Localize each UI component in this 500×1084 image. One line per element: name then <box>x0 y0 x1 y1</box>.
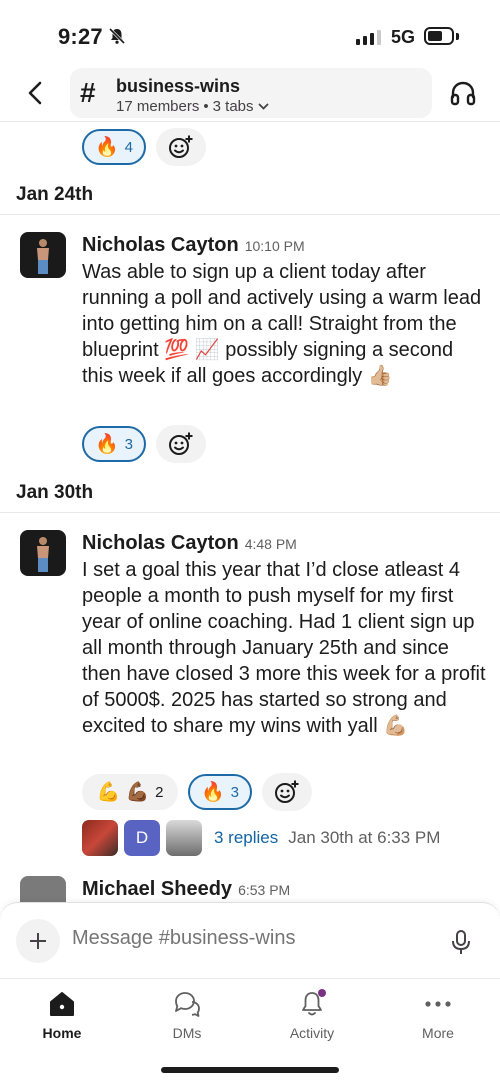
back-arrow-icon[interactable] <box>22 78 50 108</box>
add-emoji-icon <box>169 432 193 455</box>
message-text: I set a goal this year that I’d close at… <box>82 559 486 737</box>
add-reaction-button[interactable] <box>262 773 312 811</box>
dm-bubbles-icon <box>175 992 200 1017</box>
message-time: 4:48 PM <box>244 536 297 552</box>
channel-info-button[interactable]: # business-wins 17 members • 3 tabs <box>70 68 432 118</box>
hash-icon: # <box>80 77 96 108</box>
reaction-row: 💪 💪🏾 2 🔥 3 <box>82 773 312 811</box>
channel-header: # business-wins 17 members • 3 tabs <box>0 66 500 122</box>
status-bar: 9:27 5G <box>0 0 500 62</box>
meta-separator: • <box>203 98 209 115</box>
home-icon <box>50 992 74 1016</box>
reaction-count: 3 <box>230 783 240 801</box>
reaction-count: 3 <box>124 435 134 453</box>
cellular-signal-icon <box>356 29 381 45</box>
thread-replies-link[interactable]: 3 replies <box>214 828 278 848</box>
attach-plus-button[interactable] <box>16 919 60 963</box>
more-dots-icon <box>425 1001 451 1007</box>
reaction-emoji: 🔥 <box>95 434 119 455</box>
tab-label: Activity <box>289 1025 335 1041</box>
tab-home[interactable]: Home <box>12 989 112 1053</box>
message-author[interactable]: Michael Sheedy 6:53 PM <box>82 878 290 901</box>
status-time: 9:27 <box>58 24 103 49</box>
thread-avatar <box>82 820 118 856</box>
author-name: Michael Sheedy <box>82 878 233 900</box>
tab-activity[interactable]: Activity <box>262 989 362 1053</box>
add-reaction-button[interactable] <box>156 128 206 166</box>
message-author[interactable]: Nicholas Cayton 4:48 PM <box>82 532 297 555</box>
tab-count: 3 tabs <box>212 98 254 115</box>
headphones-icon[interactable] <box>448 78 478 108</box>
message-time: 6:53 PM <box>238 882 291 898</box>
top-reaction-row: 🔥 4 <box>82 128 206 166</box>
thread-avatar <box>166 820 202 856</box>
fire-reaction[interactable]: 🔥 4 <box>82 129 146 165</box>
avatar-figure <box>37 537 49 572</box>
day-divider <box>0 214 500 215</box>
day-label: Jan 24th <box>16 184 94 205</box>
fire-emoji: 🔥 <box>95 137 119 158</box>
tab-label: DMs <box>172 1025 202 1041</box>
add-emoji-icon <box>275 780 299 803</box>
tab-label: Home <box>42 1025 82 1041</box>
author-name: Nicholas Cayton <box>82 532 239 554</box>
muscle-reaction[interactable]: 💪 💪🏾 2 <box>82 774 178 810</box>
message-composer <box>0 902 500 978</box>
member-count: 17 members <box>116 98 200 115</box>
bell-slash-icon <box>108 27 126 45</box>
channel-meta: 17 members • 3 tabs <box>116 98 269 115</box>
tab-dms[interactable]: DMs <box>137 989 237 1053</box>
tab-more[interactable]: More <box>388 989 488 1053</box>
message-input[interactable] <box>72 927 432 950</box>
battery-tip <box>456 33 459 40</box>
message-text: Was able to sign up a client today after… <box>82 261 482 387</box>
thread-summary[interactable]: D 3 replies Jan 30th at 6:33 PM <box>82 820 440 856</box>
author-name: Nicholas Cayton <box>82 234 239 256</box>
fire-reaction[interactable]: 🔥 3 <box>188 774 252 810</box>
add-reaction-button[interactable] <box>156 425 206 463</box>
fire-reaction[interactable]: 🔥 3 <box>82 426 146 462</box>
reaction-count: 4 <box>124 138 134 156</box>
reaction-emoji: 🔥 <box>201 782 225 803</box>
day-divider <box>0 512 500 513</box>
home-indicator <box>161 1067 339 1073</box>
network-type: 5G <box>391 27 416 47</box>
tab-label: More <box>422 1025 454 1041</box>
message-time: 10:10 PM <box>244 238 305 254</box>
activity-bell-icon <box>302 989 326 1016</box>
avatar[interactable] <box>20 232 66 278</box>
reaction-count: 2 <box>155 783 164 801</box>
reaction-emoji: 💪 💪🏾 <box>96 782 150 803</box>
chevron-down-icon <box>258 103 268 110</box>
avatar-figure <box>37 239 49 274</box>
avatar[interactable] <box>20 530 66 576</box>
add-emoji-icon <box>169 135 193 158</box>
channel-name: business-wins <box>116 76 241 96</box>
day-label: Jan 30th <box>16 482 94 503</box>
reaction-row: 🔥 3 <box>82 425 206 463</box>
message-author[interactable]: Nicholas Cayton 10:10 PM <box>82 234 305 257</box>
thread-last-reply: Jan 30th at 6:33 PM <box>288 828 441 847</box>
plus-icon <box>30 933 46 949</box>
battery-icon <box>424 27 454 45</box>
microphone-icon[interactable] <box>450 929 472 955</box>
thread-avatar: D <box>124 820 160 856</box>
